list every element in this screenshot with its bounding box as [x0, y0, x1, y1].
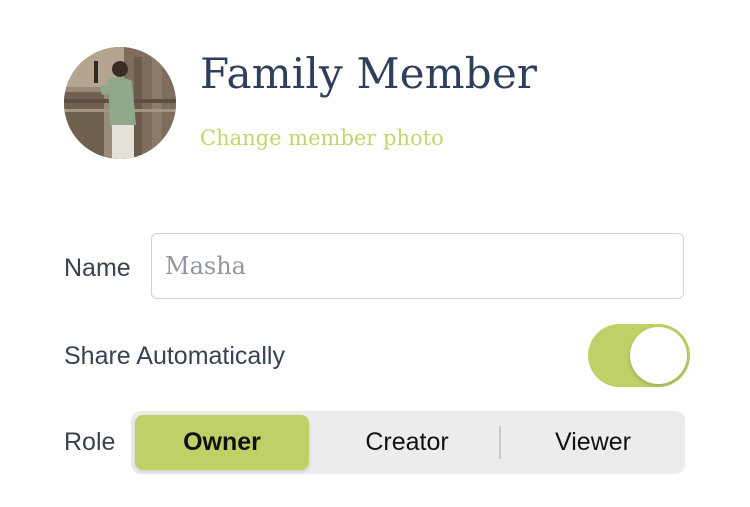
- avatar-photo: [64, 47, 176, 159]
- share-automatically-toggle[interactable]: [588, 324, 690, 387]
- role-segmented-control: Owner Creator Viewer: [131, 411, 685, 474]
- share-automatically-label: Share Automatically: [64, 342, 285, 370]
- family-member-card: Family Member Change member photo Name S…: [0, 0, 750, 507]
- role-option-viewer[interactable]: Viewer: [501, 415, 685, 470]
- name-input[interactable]: [151, 233, 684, 299]
- name-label: Name: [64, 254, 131, 282]
- toggle-knob: [630, 327, 687, 384]
- member-avatar[interactable]: [64, 47, 176, 159]
- role-label: Role: [64, 428, 116, 456]
- role-option-creator[interactable]: Creator: [315, 415, 499, 470]
- change-photo-link[interactable]: Change member photo: [200, 123, 444, 153]
- role-option-owner[interactable]: Owner: [135, 415, 309, 470]
- page-title: Family Member: [200, 49, 538, 98]
